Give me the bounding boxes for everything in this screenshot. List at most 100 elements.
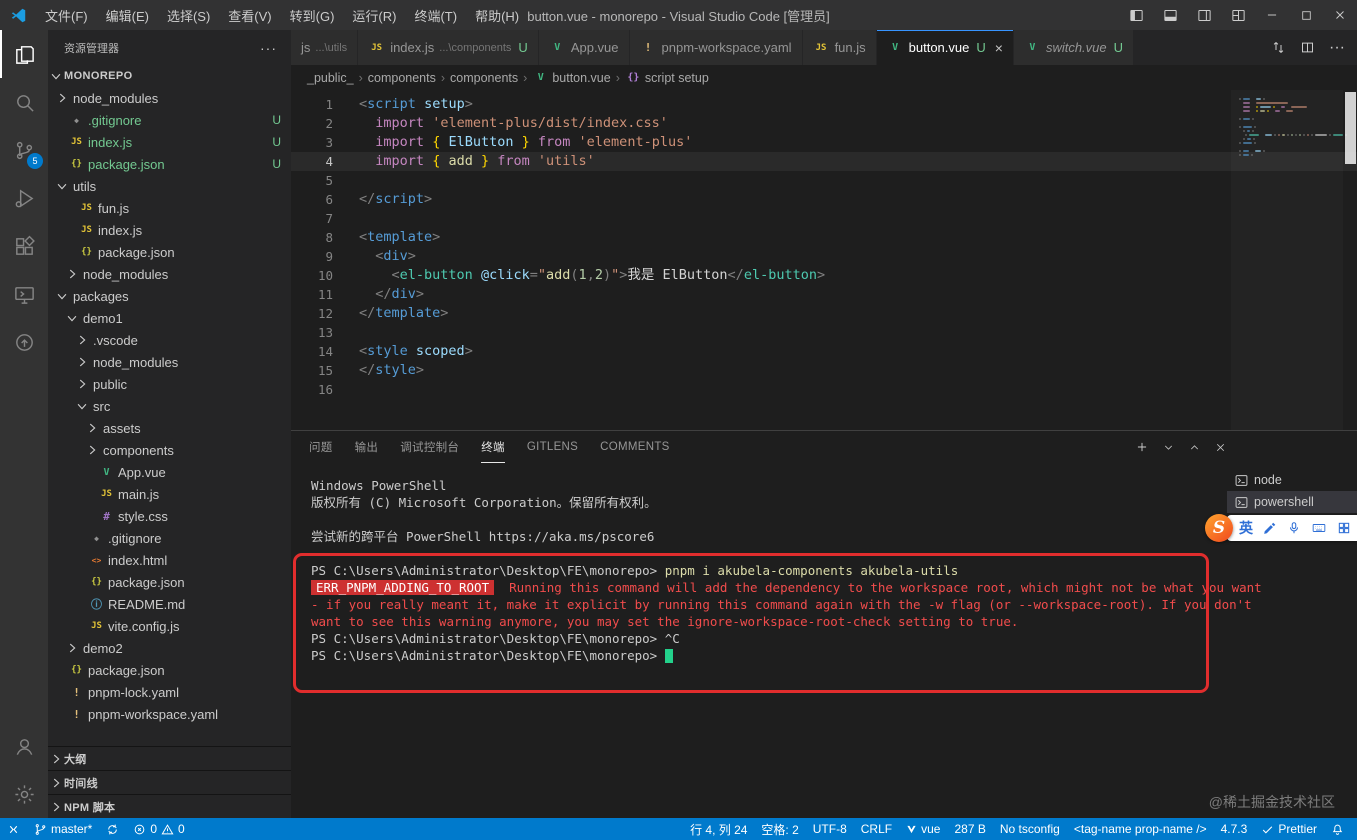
editor-tab[interactable]: js ...\utils xyxy=(291,30,359,65)
menu-item-3[interactable]: 查看(V) xyxy=(219,0,280,30)
workspace-root[interactable]: MONOREPO xyxy=(48,65,291,87)
tag-hint-button[interactable]: <tag-name prop-name /> xyxy=(1067,818,1214,840)
tree-item[interactable]: utils xyxy=(48,175,291,197)
tree-item[interactable]: components xyxy=(48,439,291,461)
explorer-icon[interactable] xyxy=(0,30,48,78)
editor-tab[interactable]: V App.vue xyxy=(538,30,630,65)
tree-item[interactable]: ! pnpm-workspace.yaml xyxy=(48,703,291,725)
account-icon[interactable] xyxy=(0,722,48,770)
tree-item[interactable]: .vscode xyxy=(48,329,291,351)
sidebar-section-1[interactable]: 时间线 xyxy=(48,770,291,794)
microphone-icon[interactable] xyxy=(1287,521,1301,535)
notifications-bell-icon[interactable] xyxy=(1324,818,1351,840)
code-editor[interactable]: 1 <script setup> 2 import 'element-plus/di… xyxy=(291,90,1357,430)
editor-tab[interactable]: Vswitch.vue U xyxy=(1013,30,1135,65)
sidebar-section-0[interactable]: 大纲 xyxy=(48,746,291,770)
tree-item[interactable]: {} package.json xyxy=(48,571,291,593)
settings-gear-icon[interactable] xyxy=(0,770,48,818)
eol-button[interactable]: CRLF xyxy=(854,818,899,840)
close-icon[interactable]: × xyxy=(995,41,1003,55)
compare-changes-icon[interactable] xyxy=(1271,40,1286,55)
tsconfig-button[interactable]: No tsconfig xyxy=(993,818,1067,840)
tree-item[interactable]: V App.vue xyxy=(48,461,291,483)
terminal-instance-0[interactable]: node xyxy=(1227,469,1357,491)
pen-icon[interactable] xyxy=(1263,521,1277,535)
editor-tab[interactable]: JS fun.js xyxy=(802,30,877,65)
tree-item[interactable]: node_modules xyxy=(48,263,291,285)
breadcrumb-item[interactable]: {} script setup xyxy=(625,71,708,85)
tree-item[interactable]: JS index.js U xyxy=(48,131,291,153)
customize-layout-icon[interactable] xyxy=(1221,0,1255,30)
sidebar-section-2[interactable]: NPM 脚本 xyxy=(48,794,291,818)
tree-item[interactable]: src xyxy=(48,395,291,417)
toggle-panel-icon[interactable] xyxy=(1153,0,1187,30)
terminal-instance-1[interactable]: powershell xyxy=(1227,491,1357,513)
remote-explorer-icon[interactable] xyxy=(0,270,48,318)
tree-item[interactable]: ◆ .gitignore U xyxy=(48,109,291,131)
menu-item-6[interactable]: 终端(T) xyxy=(405,0,466,30)
panel-tab-2[interactable]: 调试控制台 xyxy=(400,431,459,463)
tree-item[interactable]: public xyxy=(48,373,291,395)
panel-tab-3[interactable]: 终端 xyxy=(481,431,505,463)
ime-language-mode[interactable]: 英 xyxy=(1239,518,1253,538)
more-actions-icon[interactable]: ··· xyxy=(260,40,277,56)
problems-button[interactable]: 0 0 xyxy=(126,818,191,840)
close-icon[interactable] xyxy=(1323,0,1357,30)
tree-item[interactable]: JS vite.config.js xyxy=(48,615,291,637)
tree-item[interactable]: ◆ .gitignore xyxy=(48,527,291,549)
terminal-output[interactable]: Windows PowerShell 版权所有 (C) Microsoft Cor… xyxy=(291,463,1262,818)
tree-item[interactable]: JS index.js xyxy=(48,219,291,241)
minimap[interactable] xyxy=(1231,90,1348,430)
sogou-logo-icon[interactable]: S xyxy=(1205,514,1233,542)
menu-item-2[interactable]: 选择(S) xyxy=(158,0,219,30)
tree-item[interactable]: demo1 xyxy=(48,307,291,329)
version-button[interactable]: 4.7.3 xyxy=(1214,818,1255,840)
tree-item[interactable]: node_modules xyxy=(48,87,291,109)
editor-tab[interactable]: ! pnpm-workspace.yaml xyxy=(629,30,803,65)
tree-item[interactable]: JS main.js xyxy=(48,483,291,505)
close-panel-icon[interactable] xyxy=(1214,441,1227,454)
tree-item[interactable]: ⓘ README.md xyxy=(48,593,291,615)
minimize-icon[interactable] xyxy=(1255,0,1289,30)
tree-item[interactable]: node_modules xyxy=(48,351,291,373)
live-share-icon[interactable] xyxy=(0,318,48,366)
sync-button[interactable] xyxy=(99,818,126,840)
tree-item[interactable]: {} package.json xyxy=(48,241,291,263)
encoding-button[interactable]: UTF-8 xyxy=(806,818,854,840)
menu-item-0[interactable]: 文件(F) xyxy=(36,0,97,30)
panel-tab-0[interactable]: 问题 xyxy=(309,431,333,463)
panel-tab-1[interactable]: 输出 xyxy=(355,431,379,463)
search-icon[interactable] xyxy=(0,78,48,126)
maximize-panel-icon[interactable] xyxy=(1188,441,1201,454)
tree-item[interactable]: {} package.json xyxy=(48,659,291,681)
new-terminal-icon[interactable] xyxy=(1135,440,1149,454)
toolbox-icon[interactable] xyxy=(1337,521,1351,535)
toggle-secondary-sidebar-icon[interactable] xyxy=(1187,0,1221,30)
tree-item[interactable]: assets xyxy=(48,417,291,439)
tree-item[interactable]: # style.css xyxy=(48,505,291,527)
remote-button[interactable] xyxy=(0,818,27,840)
editor-scrollbar[interactable] xyxy=(1345,92,1356,164)
cursor-position-button[interactable]: 行 4, 列 24 xyxy=(683,818,754,840)
indentation-button[interactable]: 空格: 2 xyxy=(754,818,805,840)
breadcrumb-item[interactable]: components xyxy=(450,71,518,85)
tree-item[interactable]: packages xyxy=(48,285,291,307)
more-actions-icon[interactable]: ··· xyxy=(1329,39,1345,57)
tree-item[interactable]: JS fun.js xyxy=(48,197,291,219)
breadcrumb-item[interactable]: Vbutton.vue xyxy=(532,71,611,85)
split-editor-icon[interactable] xyxy=(1300,40,1315,55)
tree-item[interactable]: ! pnpm-lock.yaml xyxy=(48,681,291,703)
git-branch-button[interactable]: master* xyxy=(27,818,99,840)
source-control-icon[interactable]: 5 xyxy=(0,126,48,174)
editor-tab[interactable]: Vbutton.vue U × xyxy=(876,30,1014,65)
extensions-icon[interactable] xyxy=(0,222,48,270)
keyboard-icon[interactable] xyxy=(1311,521,1327,535)
tree-item[interactable]: demo2 xyxy=(48,637,291,659)
breadcrumb-item[interactable]: components xyxy=(368,71,436,85)
toggle-sidebar-icon[interactable] xyxy=(1119,0,1153,30)
menu-item-7[interactable]: 帮助(H) xyxy=(466,0,528,30)
panel-tab-5[interactable]: COMMENTS xyxy=(600,431,669,463)
terminal-profile-dropdown-icon[interactable] xyxy=(1162,441,1175,454)
editor-tab[interactable]: JS index.js ...\components U xyxy=(358,30,539,65)
panel-tab-4[interactable]: GITLENS xyxy=(527,431,578,463)
